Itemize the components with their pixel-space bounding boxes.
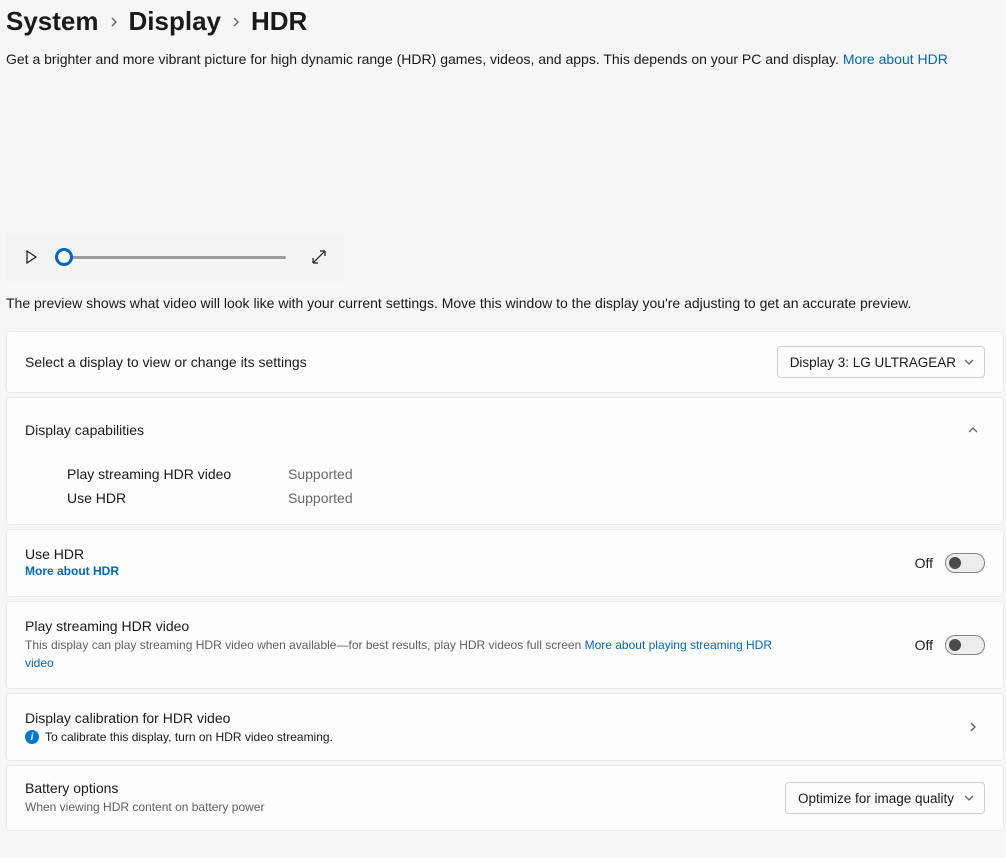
play-streaming-card: Play streaming HDR video This display ca… <box>6 601 1004 689</box>
intro-text: Get a brighter and more vibrant picture … <box>6 51 1006 83</box>
toggle-knob <box>949 639 961 651</box>
preview-caption: The preview shows what video will look l… <box>6 281 1006 331</box>
play-streaming-desc: This display can play streaming HDR vide… <box>25 638 585 652</box>
chevron-right-icon <box>961 715 985 739</box>
chevron-right-icon <box>109 17 119 27</box>
display-capabilities-title: Display capabilities <box>25 422 144 438</box>
breadcrumb-display[interactable]: Display <box>129 6 222 37</box>
play-streaming-state: Off <box>915 637 933 653</box>
fullscreen-button[interactable] <box>308 246 330 268</box>
more-about-hdr-link[interactable]: More about HDR <box>843 51 948 67</box>
display-select-value: Display 3: LG ULTRAGEAR <box>790 355 956 370</box>
chevron-right-icon <box>231 17 241 27</box>
use-hdr-more-link[interactable]: More about HDR <box>25 564 119 578</box>
use-hdr-card: Use HDR More about HDR Off <box>6 529 1004 597</box>
chevron-up-icon <box>961 418 985 442</box>
use-hdr-title: Use HDR <box>25 546 119 562</box>
calibration-card[interactable]: Display calibration for HDR video i To c… <box>6 693 1004 761</box>
capability-label: Use HDR <box>67 490 252 506</box>
breadcrumb-system[interactable]: System <box>6 6 99 37</box>
display-select-card: Select a display to view or change its s… <box>6 331 1004 393</box>
breadcrumb: System Display HDR <box>6 6 1006 51</box>
battery-desc: When viewing HDR content on battery powe… <box>25 798 264 816</box>
capability-value: Supported <box>288 490 353 506</box>
capability-label: Play streaming HDR video <box>67 466 252 482</box>
play-icon <box>24 250 38 264</box>
display-capabilities-header[interactable]: Display capabilities <box>7 398 1003 462</box>
play-streaming-toggle[interactable] <box>945 635 985 655</box>
capability-value: Supported <box>288 466 353 482</box>
video-preview-controls <box>6 233 344 281</box>
slider-thumb[interactable] <box>55 248 73 266</box>
battery-options-value: Optimize for image quality <box>798 791 954 806</box>
use-hdr-toggle[interactable] <box>945 553 985 573</box>
display-select-label: Select a display to view or change its s… <box>25 354 307 370</box>
play-button[interactable] <box>20 246 42 268</box>
display-select-dropdown[interactable]: Display 3: LG ULTRAGEAR <box>777 346 985 378</box>
chevron-down-icon <box>964 793 974 803</box>
battery-options-card: Battery options When viewing HDR content… <box>6 765 1004 831</box>
info-icon: i <box>25 730 39 744</box>
calibration-title: Display calibration for HDR video <box>25 710 333 726</box>
battery-options-dropdown[interactable]: Optimize for image quality <box>785 782 985 814</box>
calibration-note: To calibrate this display, turn on HDR v… <box>45 730 333 744</box>
use-hdr-state: Off <box>915 555 933 571</box>
intro-description: Get a brighter and more vibrant picture … <box>6 51 843 67</box>
play-streaming-title: Play streaming HDR video <box>25 618 785 634</box>
chevron-down-icon <box>964 357 974 367</box>
expand-icon <box>311 249 327 265</box>
display-capabilities-card: Display capabilities Play streaming HDR … <box>6 397 1004 525</box>
breadcrumb-current: HDR <box>251 6 307 37</box>
display-capabilities-body: Play streaming HDR video Supported Use H… <box>7 462 1003 524</box>
capability-row: Play streaming HDR video Supported <box>67 462 985 486</box>
battery-title: Battery options <box>25 780 264 796</box>
video-seek-slider[interactable] <box>64 256 286 259</box>
capability-row: Use HDR Supported <box>67 486 985 510</box>
toggle-knob <box>949 557 961 569</box>
